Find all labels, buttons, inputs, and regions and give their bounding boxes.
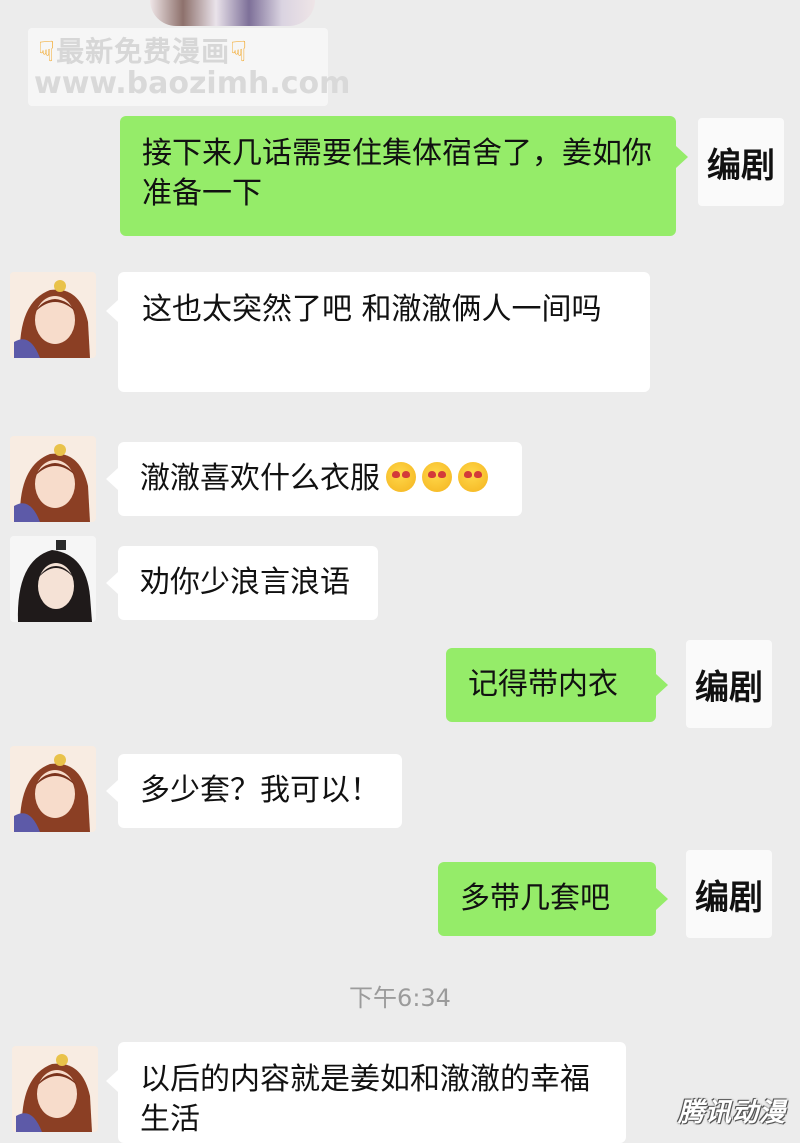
bubble-tail [106, 300, 118, 322]
message-bubble-outgoing[interactable]: 记得带内衣 [446, 648, 668, 722]
sender-name-badge: 编剧 [698, 118, 784, 206]
female-character-avatar-art [10, 272, 96, 358]
watermark: ☟最新免费漫画☟ www.baozimh.com [28, 28, 350, 106]
chat-timestamp: 下午6:34 [349, 984, 451, 1012]
message-bubble-incoming[interactable]: 这也太突然了吧 和澈澈俩人一间吗 [106, 272, 650, 392]
sender-name-badge: 编剧 [686, 850, 772, 938]
pointing-hand-icon: ☟ [38, 35, 57, 68]
female-character-avatar[interactable] [12, 1046, 98, 1132]
corner-logo: 腾讯动漫 [677, 1098, 786, 1128]
bubble-tail [106, 572, 118, 594]
bubble-tail [106, 780, 118, 802]
heart-eyes-emoji-icon [422, 462, 452, 492]
message-text: 多少套？我可以！ [140, 773, 380, 808]
bubble-tail [656, 888, 668, 910]
heart-eyes-emoji-icon [386, 462, 416, 492]
heart-eyes-emoji-icon [458, 462, 488, 492]
pointing-hand-icon: ☟ [230, 35, 249, 68]
female-character-avatar-art [10, 436, 96, 522]
female-character-avatar-art [10, 746, 96, 832]
bubble-tail [676, 146, 688, 168]
message-text: 记得带内衣 [468, 667, 618, 702]
male-character-avatar[interactable] [10, 536, 96, 622]
female-character-avatar-art [12, 1046, 98, 1132]
female-character-avatar[interactable] [10, 436, 96, 522]
message-bubble-incoming[interactable]: 多少套？我可以！ [106, 754, 402, 828]
male-character-avatar-art [10, 536, 96, 622]
message-text: 多带几套吧 [460, 881, 610, 916]
bubble-tail [106, 468, 118, 490]
watermark-line1: ☟最新免费漫画☟ [38, 35, 249, 68]
message-bubble-incoming[interactable]: 澈澈喜欢什么衣服 [106, 442, 522, 516]
female-character-avatar[interactable] [10, 272, 96, 358]
bubble-tail [106, 1070, 118, 1092]
top-cropped-illustration [150, 0, 315, 26]
bubble-tail [656, 674, 668, 696]
message-bubble-outgoing[interactable]: 接下来几话需要住集体宿舍了，姜如你准备一下 [120, 116, 688, 236]
watermark-line2: www.baozimh.com [34, 66, 351, 101]
message-bubble-incoming[interactable]: 劝你少浪言浪语 [106, 546, 378, 620]
female-character-avatar[interactable] [10, 746, 96, 832]
message-text: 澈澈喜欢什么衣服 [140, 461, 380, 496]
message-text: 接下来几话需要住集体宿舍了，姜如你准备一下 [142, 136, 652, 211]
message-bubble-outgoing[interactable]: 多带几套吧 [438, 862, 668, 936]
message-text: 劝你少浪言浪语 [140, 565, 350, 600]
message-text: 以后的内容就是姜如和澈澈的幸福生活 [140, 1062, 590, 1137]
message-text: 这也太突然了吧 和澈澈俩人一间吗 [142, 292, 602, 327]
sender-name-badge: 编剧 [686, 640, 772, 728]
message-bubble-incoming[interactable]: 以后的内容就是姜如和澈澈的幸福生活 [106, 1042, 626, 1143]
